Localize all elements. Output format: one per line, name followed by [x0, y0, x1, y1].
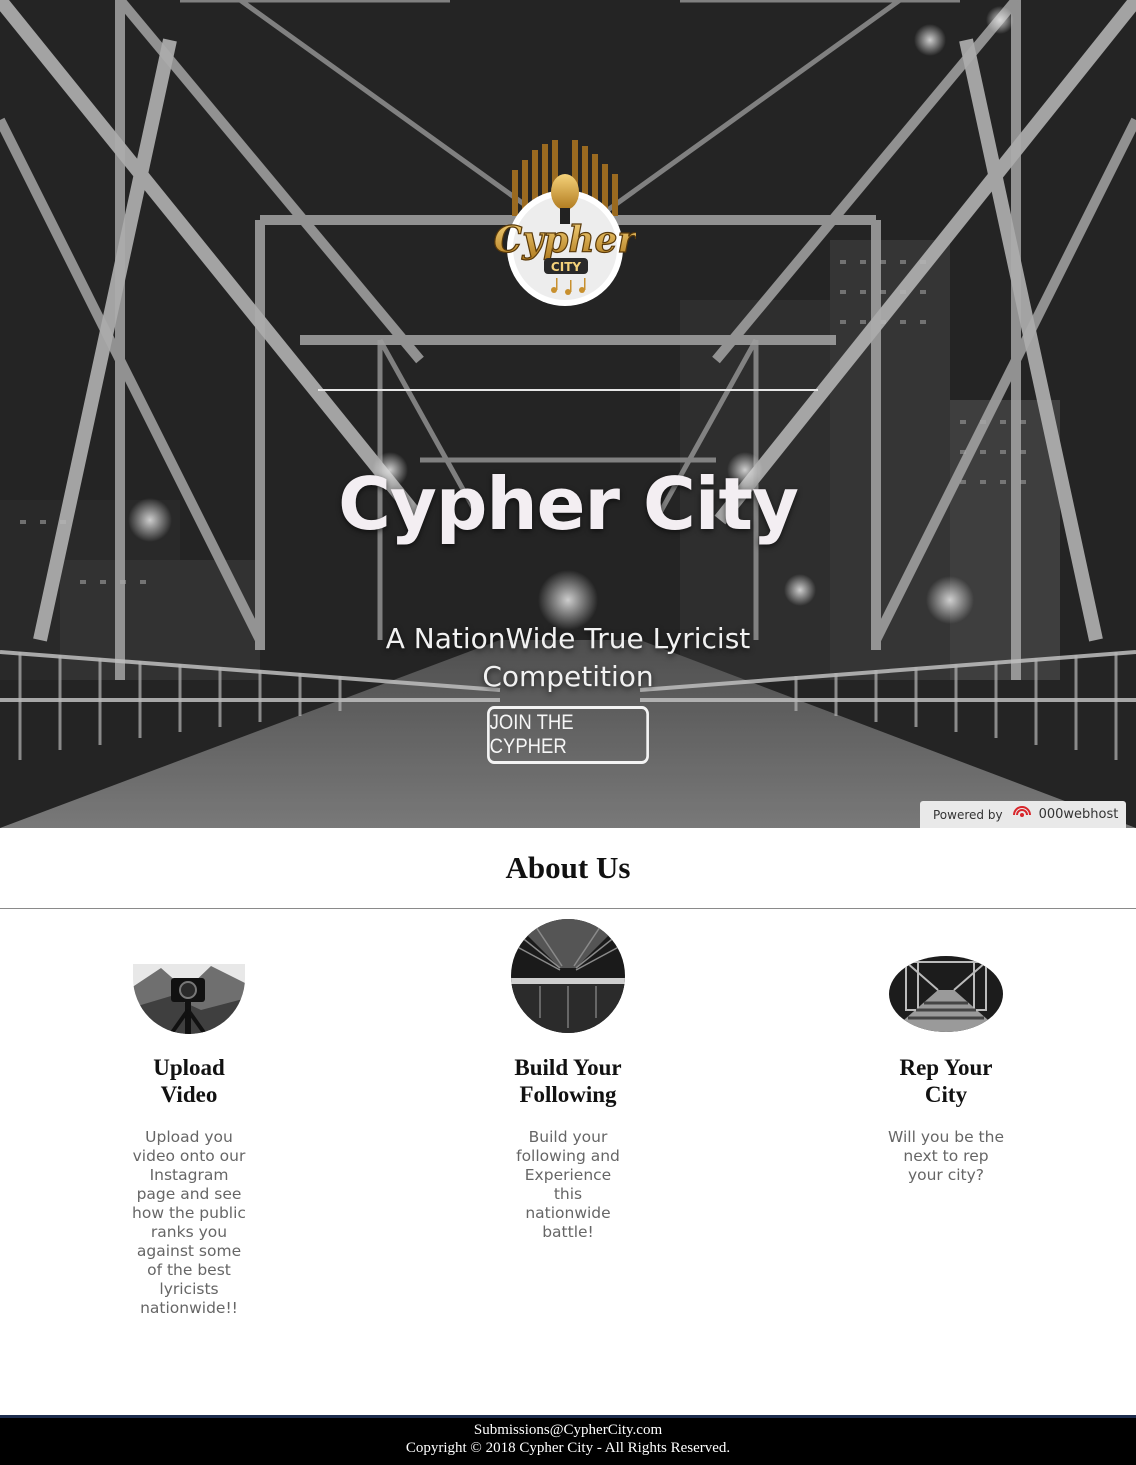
hero-divider — [318, 389, 818, 391]
feature-title: Build Your Following — [514, 1055, 622, 1107]
feature-title: Upload Video — [153, 1055, 225, 1107]
about-divider — [0, 908, 1136, 909]
join-the-cypher-button[interactable]: JOIN THE CYPHER — [487, 706, 649, 764]
cypher-city-logo: Cypher CITY — [494, 140, 636, 306]
powered-by-badge[interactable]: Powered by 000webhost — [920, 801, 1126, 828]
feature-text: Upload you video onto our Instagram page… — [132, 1128, 246, 1317]
footer-copyright: Copyright © 2018 Cypher City - All Right… — [405, 1440, 731, 1456]
hero-subtitle: A NationWide True Lyricist Competition — [385, 622, 751, 693]
hero-section: Cypher CITY Cypher City A NationWide Tru… — [0, 0, 1136, 828]
camera-tripod-photo — [133, 964, 245, 1034]
feature-text: Build your following and Experience this… — [516, 1128, 620, 1241]
hero-title: Cypher City — [338, 462, 799, 546]
logo-wordmark: Cypher — [494, 219, 636, 261]
page-footer: Submissions@CypherCity.com Copyright © 2… — [0, 1415, 1136, 1465]
feature-rep-city: Rep Your City Will you be the next to re… — [846, 918, 1046, 1185]
feature-upload-video: Upload Video Upload you video onto our I… — [89, 918, 289, 1318]
bridge-background-image — [0, 0, 1136, 828]
feature-build-following: Build Your Following Build your followin… — [468, 918, 668, 1242]
footer-email[interactable]: Submissions@CypherCity.com — [0, 1421, 1136, 1439]
powered-by-label: Powered by — [933, 807, 1003, 822]
bridge-walkway-photo — [889, 956, 1003, 1032]
webhost-logo-icon — [1012, 805, 1031, 817]
powered-by-brand: 000webhost — [1038, 807, 1119, 822]
logo-subtext: CITY — [551, 260, 581, 274]
about-heading: About Us — [505, 850, 631, 885]
feature-title: Rep Your City — [899, 1055, 993, 1107]
bridge-underside-photo — [511, 919, 625, 1033]
feature-text: Will you be the next to rep your city? — [888, 1128, 1004, 1184]
